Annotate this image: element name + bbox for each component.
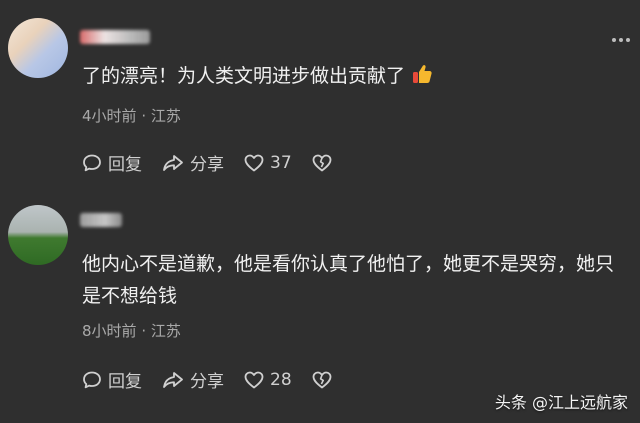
watermark: 头条 @江上远航家 — [494, 393, 628, 412]
share-button[interactable]: 分享 — [162, 367, 224, 392]
user-avatar[interactable] — [8, 18, 68, 78]
comment-time: 4小时前 — [82, 107, 137, 125]
share-label: 分享 — [190, 372, 224, 392]
like-count: 28 — [270, 369, 292, 390]
dislike-button[interactable] — [312, 371, 332, 389]
comment-location: 江苏 — [150, 322, 181, 340]
comment-meta: 4小时前 · 江苏 — [82, 105, 181, 126]
more-options-icon[interactable] — [612, 38, 630, 42]
like-count: 37 — [270, 152, 292, 173]
username-blurred[interactable] — [80, 30, 150, 44]
comment-actions: 回复 分享 28 — [82, 367, 352, 392]
reply-button[interactable]: 回复 — [82, 150, 142, 175]
heart-icon — [244, 154, 264, 171]
like-button[interactable]: 28 — [244, 370, 292, 390]
dislike-button[interactable] — [312, 154, 332, 172]
user-avatar[interactable] — [8, 205, 68, 265]
share-arrow-icon — [163, 371, 183, 388]
share-label: 分享 — [190, 155, 224, 175]
comment-meta: 8小时前 · 江苏 — [82, 320, 181, 341]
meta-separator: · — [141, 322, 147, 340]
heart-icon — [244, 371, 264, 388]
chat-bubble-icon — [83, 154, 101, 171]
comment-text-content: 了的漂亮！为人类文明进步做出贡献了 — [82, 65, 406, 87]
reply-button[interactable]: 回复 — [82, 367, 142, 392]
like-button[interactable]: 37 — [244, 153, 292, 173]
reply-label: 回复 — [108, 155, 142, 175]
thumbs-up-icon — [411, 63, 433, 95]
reply-label: 回复 — [108, 372, 142, 392]
broken-heart-icon — [312, 371, 332, 388]
comment-time: 8小时前 — [82, 322, 137, 340]
username-blurred[interactable] — [80, 213, 122, 227]
meta-separator: · — [141, 107, 147, 125]
comment-text: 了的漂亮！为人类文明进步做出贡献了 — [82, 60, 622, 95]
broken-heart-icon — [312, 154, 332, 171]
comment-text: 他内心不是道歉，他是看你认真了他怕了，她更不是哭穷，她只是不想给钱 — [82, 253, 615, 307]
comment-actions: 回复 分享 37 — [82, 150, 352, 175]
comment-location: 江苏 — [150, 107, 181, 125]
chat-bubble-icon — [83, 371, 101, 388]
share-arrow-icon — [163, 154, 183, 171]
share-button[interactable]: 分享 — [162, 150, 224, 175]
